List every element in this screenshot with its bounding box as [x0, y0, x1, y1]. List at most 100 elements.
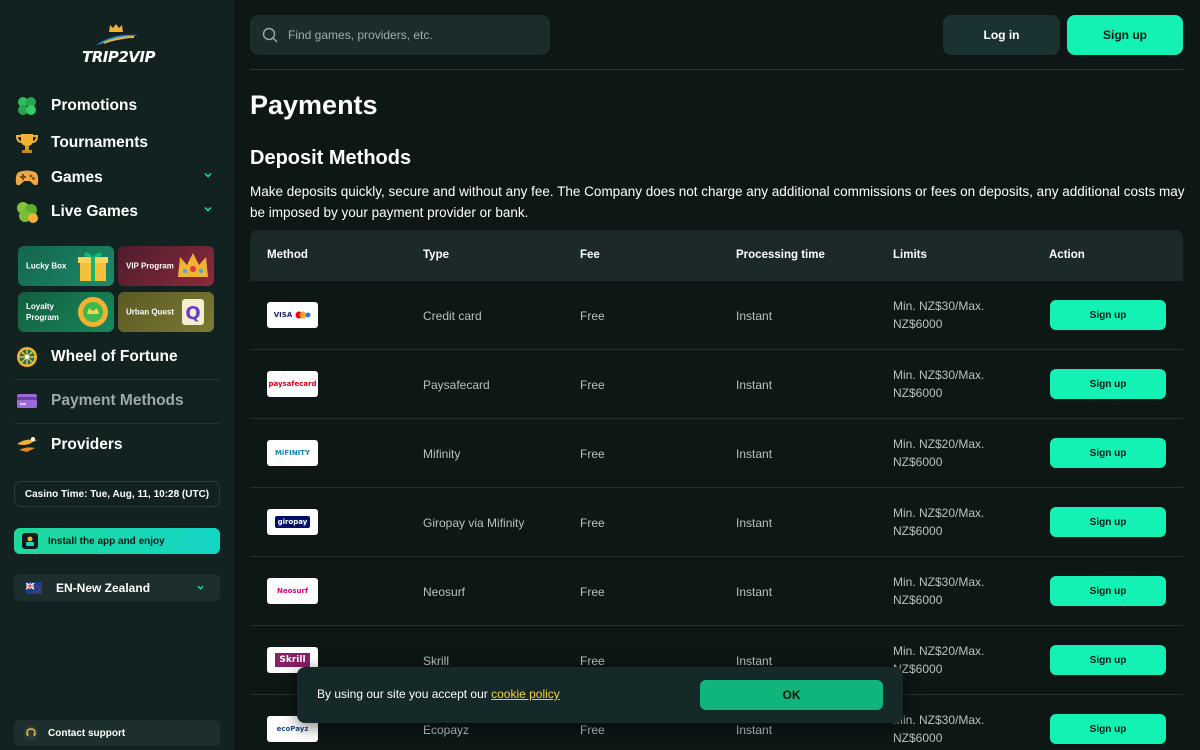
svg-text:Q: Q	[185, 303, 200, 324]
row-signup-button[interactable]: Sign up	[1050, 507, 1166, 537]
divider	[14, 379, 220, 380]
nav-promotions[interactable]: Promotions	[14, 91, 220, 121]
row-signup-button[interactable]: Sign up	[1050, 438, 1166, 468]
column-header: Type	[423, 249, 449, 261]
install-app-button[interactable]: Install the app and enjoy	[14, 528, 220, 554]
nav-label: Providers	[51, 436, 123, 453]
signup-button[interactable]: Sign up	[1067, 15, 1183, 55]
column-header: Fee	[580, 249, 600, 261]
method-limits: Min. NZ$20/Max. NZ$6000	[893, 644, 985, 676]
nav-label: Promotions	[51, 97, 138, 114]
cookie-ok-button[interactable]: OK	[700, 680, 883, 710]
plane-icon	[96, 34, 138, 45]
table-row: Neosurf Neosurf Free Instant Min. NZ$30/…	[250, 557, 1183, 626]
method-type: Paysafecard	[423, 378, 490, 392]
column-header: Action	[1049, 249, 1085, 261]
nav-live-games[interactable]: Live Games	[14, 197, 220, 227]
gamepad-icon	[14, 165, 40, 191]
mastercard-icon	[295, 311, 311, 319]
method-type: Credit card	[423, 309, 482, 323]
method-limits: Min. NZ$30/Max. NZ$6000	[893, 368, 985, 400]
promo-loyalty-program[interactable]: Loyalty Program	[18, 292, 114, 332]
method-time: Instant	[736, 723, 773, 737]
method-limits: Min. NZ$30/Max. NZ$6000	[893, 575, 985, 607]
promo-grid: Lucky Box VIP Program Loyalty Program Ur…	[14, 242, 220, 336]
method-fee: Free	[580, 447, 605, 461]
method-limits: Min. NZ$30/Max. NZ$6000	[893, 713, 985, 745]
page-title: Payments	[250, 90, 378, 120]
promo-lucky-box[interactable]: Lucky Box	[18, 246, 114, 286]
promo-vip-program[interactable]: VIP Program	[118, 246, 214, 286]
section-description: Make deposits quickly, secure and withou…	[250, 184, 1185, 220]
login-button[interactable]: Log in	[943, 15, 1060, 55]
method-type: Neosurf	[423, 585, 466, 599]
nav-label: Tournaments	[51, 134, 149, 151]
clover-live-icon	[14, 199, 40, 225]
credit-card-icon	[14, 388, 40, 414]
sidebar: TRIP2VIP Promotions Tournaments Games Li…	[0, 0, 234, 750]
neosurf-logo: Neosurf	[267, 578, 318, 604]
promo-label: VIP Program	[126, 261, 174, 271]
column-header: Processing time	[736, 249, 825, 261]
logo-text: TRIP2VIP	[82, 48, 155, 66]
nav-tournaments[interactable]: Tournaments	[14, 128, 220, 158]
row-signup-button[interactable]: Sign up	[1050, 645, 1166, 675]
search-input[interactable]	[288, 28, 538, 42]
method-fee: Free	[580, 723, 605, 737]
mifinity-logo: MiFINITY	[267, 440, 318, 466]
contact-support-button[interactable]: Contact support	[14, 720, 220, 746]
crown-icon	[178, 253, 208, 277]
promo-label: Urban Quest	[126, 307, 175, 317]
table-row: paysafecard Paysafecard Free Instant Min…	[250, 350, 1183, 419]
language-select[interactable]: EN-New Zealand	[14, 574, 220, 601]
nav-providers[interactable]: Providers	[14, 430, 220, 460]
method-fee: Free	[580, 585, 605, 599]
divider	[14, 423, 220, 424]
chevron-down-icon	[204, 173, 212, 178]
method-type: Mifinity	[423, 447, 461, 461]
table-row: giropay Giropay via Mifinity Free Instan…	[250, 488, 1183, 557]
method-time: Instant	[736, 447, 773, 461]
row-signup-button[interactable]: Sign up	[1050, 576, 1166, 606]
nav-games[interactable]: Games	[14, 163, 220, 193]
row-signup-button[interactable]: Sign up	[1050, 300, 1166, 330]
method-type: Giropay via Mifinity	[423, 516, 525, 530]
loyalty-coin-icon	[78, 297, 108, 327]
casino-time: Casino Time: Tue, Aug, 11, 10:28 (UTC)	[14, 481, 220, 507]
giropay-logo: giropay	[267, 509, 318, 535]
method-fee: Free	[580, 516, 605, 530]
chevron-down-icon	[204, 207, 212, 212]
clover-icon	[14, 93, 40, 119]
table-header: Method Type Fee Processing time Limits A…	[250, 230, 1183, 281]
brand-logo[interactable]: TRIP2VIP	[80, 24, 155, 70]
column-header: Method	[267, 249, 308, 261]
language-label: EN-New Zealand	[56, 580, 151, 595]
nav-label: Payment Methods	[51, 392, 184, 409]
install-label: Install the app and enjoy	[48, 535, 165, 547]
row-signup-button[interactable]: Sign up	[1050, 714, 1166, 744]
nav-label: Live Games	[51, 203, 139, 220]
method-time: Instant	[736, 585, 773, 599]
table-row: MiFINITY Mifinity Free Instant Min. NZ$2…	[250, 419, 1183, 488]
trophy-icon	[14, 130, 40, 156]
search-bar[interactable]	[250, 15, 550, 55]
quest-scroll-icon: Q	[182, 299, 204, 325]
nav-wheel-of-fortune[interactable]: Wheel of Fortune	[14, 342, 220, 372]
nav-payment-methods[interactable]: Payment Methods	[14, 386, 220, 416]
promo-urban-quest[interactable]: Urban Quest Q	[118, 292, 214, 332]
method-fee: Free	[580, 378, 605, 392]
support-label: Contact support	[48, 727, 126, 739]
wheel-icon	[14, 344, 40, 370]
method-type: Ecopayz	[423, 723, 470, 737]
visa-logo: VISA	[267, 302, 318, 328]
method-type: Skrill	[423, 654, 449, 668]
method-fee: Free	[580, 309, 605, 323]
nz-flag-icon	[26, 581, 42, 594]
method-time: Instant	[736, 654, 773, 668]
row-signup-button[interactable]: Sign up	[1050, 369, 1166, 399]
cookie-policy-link[interactable]: cookie policy	[491, 687, 560, 701]
search-icon	[262, 27, 278, 43]
nav-label: Games	[51, 169, 103, 186]
providers-icon	[14, 432, 40, 458]
cookie-message: By using our site you accept our cookie …	[317, 687, 560, 701]
